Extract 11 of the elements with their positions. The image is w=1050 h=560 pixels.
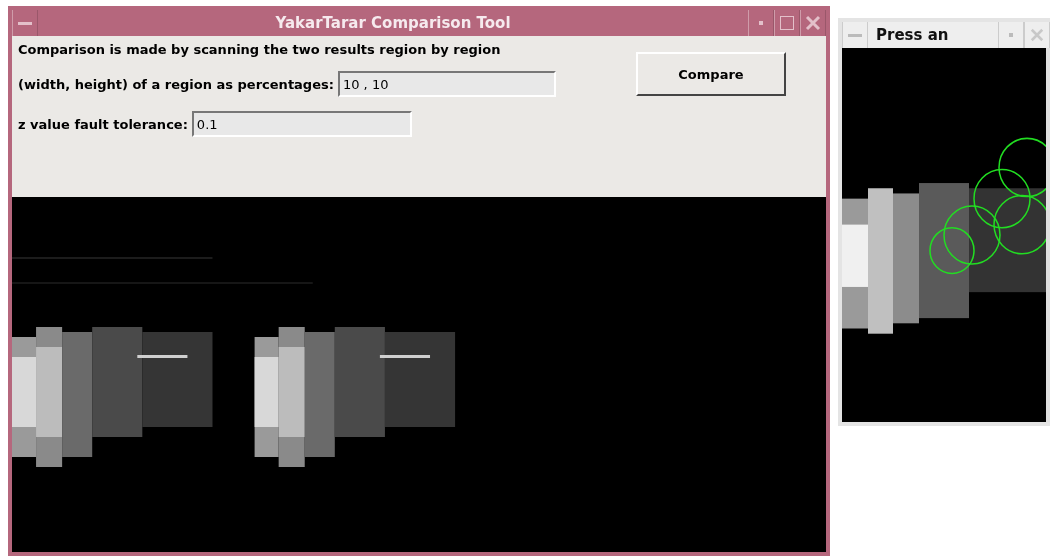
field-label: z value fault tolerance: [18, 116, 188, 132]
input-field[interactable]: 0.1 [191, 111, 412, 137]
window-title: YakarTarar Comparison Tool [274, 13, 512, 34]
close-icon [1030, 28, 1044, 42]
close-icon [805, 15, 821, 31]
compare-button[interactable]: Compare [636, 52, 786, 96]
maximize-button[interactable] [774, 10, 800, 36]
input-field[interactable]: 10 , 10 [337, 71, 556, 97]
window-title: Press an [875, 25, 950, 46]
description-text: Comparison is made by scanning the two results region by region [18, 42, 502, 57]
field-label: (width, height) of a region as percentages: [18, 76, 334, 92]
